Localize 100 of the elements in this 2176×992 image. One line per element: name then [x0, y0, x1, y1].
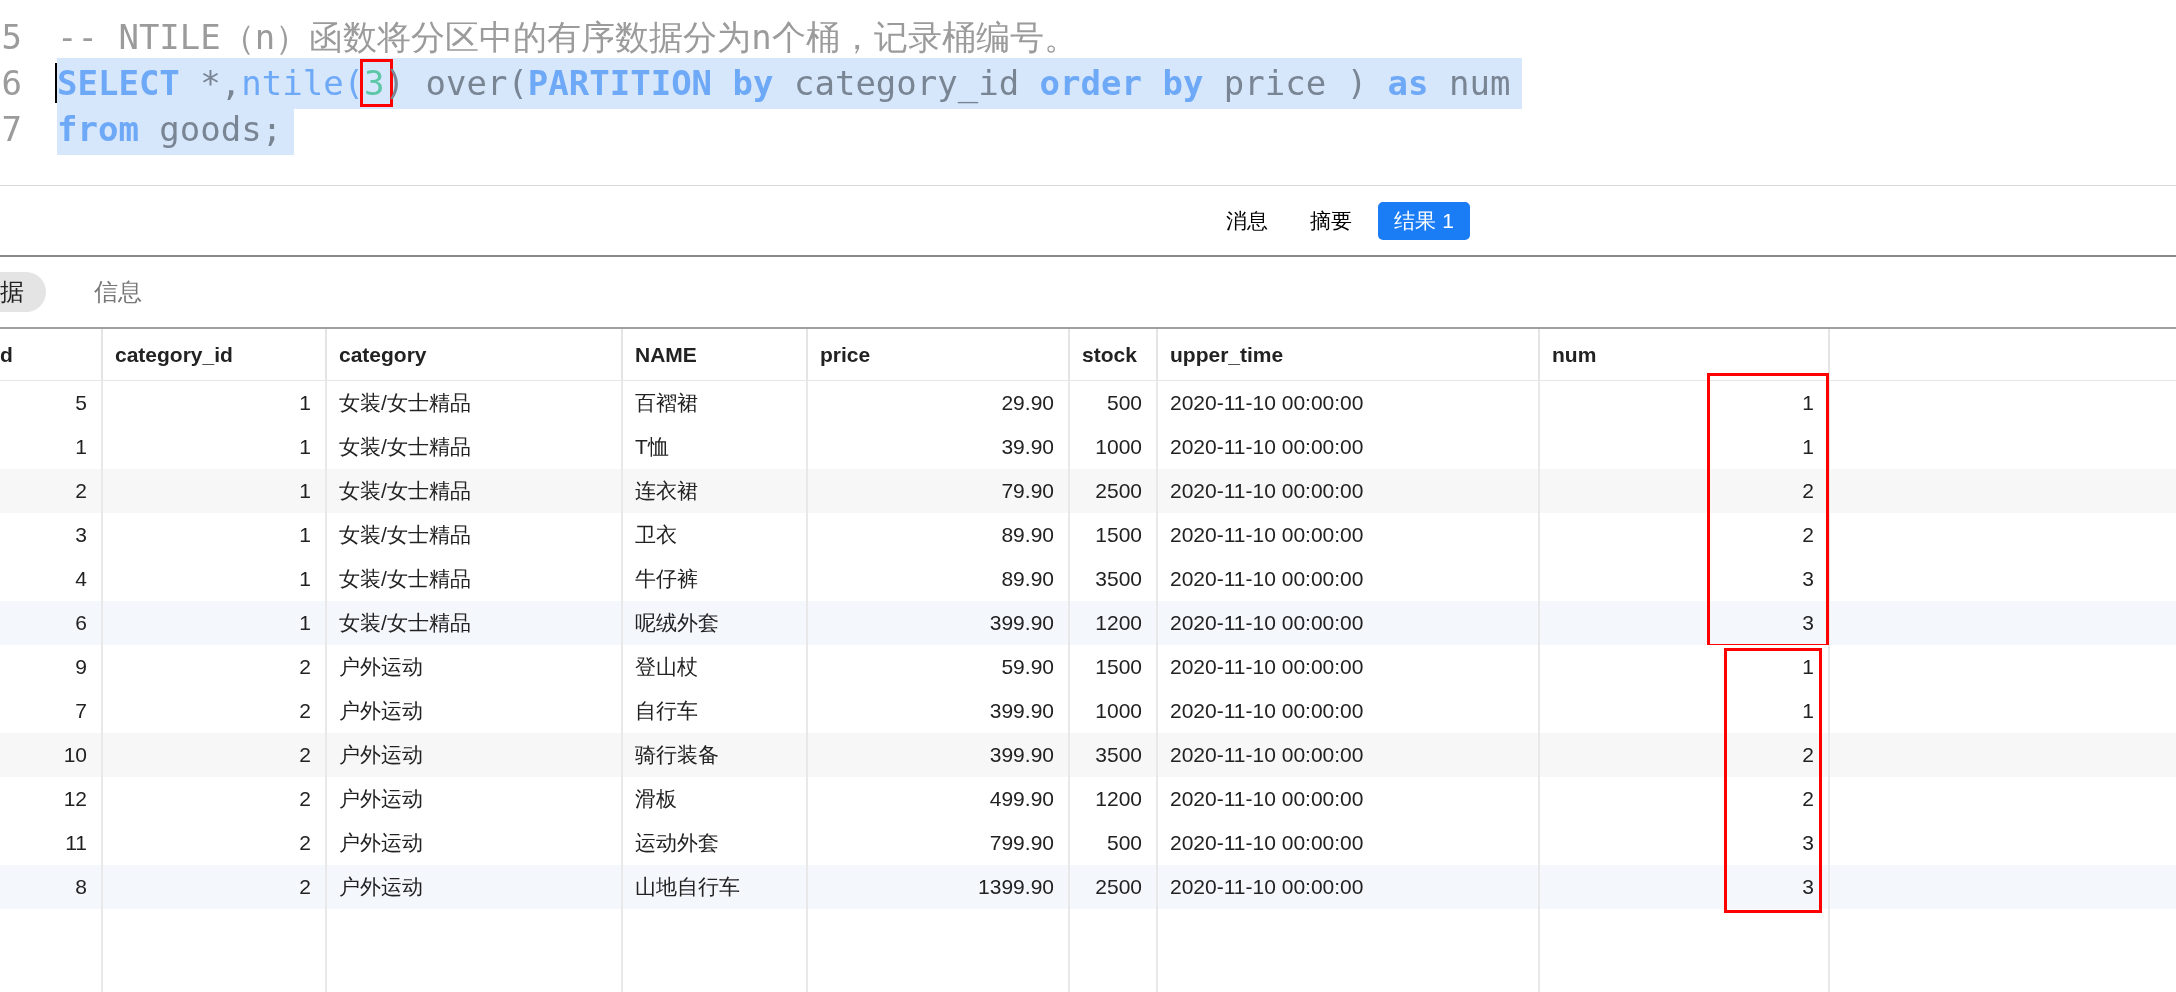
table-cell-text: 女装/女士精品 [339, 390, 471, 417]
table-cell-text: 1500 [1095, 654, 1142, 681]
table-cell-text: 1 [299, 390, 311, 417]
table-cell-text: 1 [75, 434, 87, 461]
table-cell-text: 2020-11-10 00:00:00 [1170, 654, 1364, 681]
table-cell-text: 1200 [1095, 610, 1142, 637]
table-cell-text: 500 [1106, 830, 1142, 857]
table-cell-text: 呢绒外套 [635, 610, 719, 637]
table-cell-text: 10 [63, 742, 87, 769]
table-cell-text: 1 [299, 478, 311, 505]
table-cell-text: 卫衣 [635, 522, 677, 549]
table-cell-text: 1 [299, 434, 311, 461]
table-cell-text: 2 [1802, 478, 1814, 505]
table-cell-text: 6 [75, 610, 87, 637]
table-cell-text: 2 [299, 786, 311, 813]
table-cell-text: 3 [1802, 566, 1814, 593]
table-cell-text: 3 [1802, 610, 1814, 637]
table-cell-text: 2020-11-10 00:00:00 [1170, 874, 1364, 901]
table-cell-text: 499.90 [989, 786, 1054, 813]
table-cell-text: 89.90 [1001, 566, 1054, 593]
result-tab[interactable]: 摘要 [1294, 201, 1369, 240]
table-cell-text: 799.90 [989, 830, 1054, 857]
column-header[interactable]: category [339, 338, 427, 371]
table-cell-text: 2020-11-10 00:00:00 [1170, 478, 1364, 505]
table-cell-text: 2 [299, 698, 311, 725]
column-header[interactable]: upper_time [1170, 338, 1284, 371]
table-cell-text: 3500 [1095, 566, 1142, 593]
table-cell-text: 3 [1802, 830, 1814, 857]
table-cell-text: 牛仔裤 [635, 566, 698, 593]
table-cell-text: 3 [75, 522, 87, 549]
table-cell-text: 骑行装备 [635, 742, 719, 769]
table-cell-text: 2500 [1095, 478, 1142, 505]
table-cell-text: 29.90 [1001, 390, 1054, 417]
table-cell-text: 1 [299, 522, 311, 549]
table-cell-text: 1200 [1095, 786, 1142, 813]
table-cell-text: 7 [75, 698, 87, 725]
column-header[interactable]: category_id [115, 338, 233, 371]
table-cell-text: 1399.90 [978, 874, 1054, 901]
table-cell-text: 2020-11-10 00:00:00 [1170, 830, 1364, 857]
table-cell-text: 2 [299, 874, 311, 901]
line-number: 7 [0, 107, 22, 151]
table-cell-text: 2 [1802, 742, 1814, 769]
table-cell-text: 1500 [1095, 522, 1142, 549]
table-cell-text: 百褶裙 [635, 390, 698, 417]
sub-tab[interactable]: 信息 [72, 272, 164, 312]
table-cell-text: 1 [299, 610, 311, 637]
column-header[interactable]: d [0, 338, 13, 371]
table-cell-text: 2020-11-10 00:00:00 [1170, 742, 1364, 769]
table-cell-text: 2020-11-10 00:00:00 [1170, 434, 1364, 461]
table-cell-text: 1 [1802, 654, 1814, 681]
table-cell-text: 2 [1802, 786, 1814, 813]
table-cell-text: 女装/女士精品 [339, 434, 471, 461]
table-cell-text: 12 [63, 786, 87, 813]
table-cell-text: 399.90 [989, 610, 1054, 637]
table-cell-text: 79.90 [1001, 478, 1054, 505]
table-cell-text: 户外运动 [339, 830, 423, 857]
column-header[interactable]: NAME [635, 338, 697, 371]
table-cell-text: 运动外套 [635, 830, 719, 857]
table-cell-text: 户外运动 [339, 742, 423, 769]
code-line: -- NTILE（n）函数将分区中的有序数据分为n个桶，记录桶编号。 [57, 15, 1079, 59]
table-cell-text: 1 [1802, 434, 1814, 461]
table-cell-text: 滑板 [635, 786, 677, 813]
table-cell-text: 5 [75, 390, 87, 417]
table-cell-text: 59.90 [1001, 654, 1054, 681]
sub-tab[interactable]: 据 [0, 272, 46, 312]
column-header[interactable]: price [820, 338, 871, 371]
column-header[interactable]: stock [1082, 338, 1137, 371]
table-cell-text: 2020-11-10 00:00:00 [1170, 566, 1364, 593]
table-cell-text: 自行车 [635, 698, 698, 725]
table-cell-text: 2 [299, 654, 311, 681]
table-cell-text: 女装/女士精品 [339, 522, 471, 549]
table-cell-text: 2020-11-10 00:00:00 [1170, 786, 1364, 813]
text-cursor [55, 63, 57, 103]
column-header[interactable]: num [1552, 338, 1597, 371]
table-cell-text: 山地自行车 [635, 874, 740, 901]
line-number: 6 [0, 61, 22, 105]
result-tab[interactable]: 结果 1 [1378, 201, 1470, 240]
table-cell-text: 女装/女士精品 [339, 566, 471, 593]
table-cell-text: 户外运动 [339, 698, 423, 725]
table-cell-text: 2 [75, 478, 87, 505]
table-cell-text: 1000 [1095, 434, 1142, 461]
table-cell-text: 登山杖 [635, 654, 698, 681]
table-cell-text: 户外运动 [339, 654, 423, 681]
table-cell-text: 3 [1802, 874, 1814, 901]
result-tab[interactable]: 消息 [1210, 201, 1285, 240]
table-cell-text: 户外运动 [339, 874, 423, 901]
table-cell-text: 2 [299, 830, 311, 857]
table-cell-text: 11 [65, 830, 87, 857]
table-cell-text: 2 [1802, 522, 1814, 549]
line-number: 5 [0, 15, 22, 59]
table-cell-text: 女装/女士精品 [339, 610, 471, 637]
table-cell-text: 399.90 [989, 742, 1054, 769]
table-cell-text: 39.90 [1001, 434, 1054, 461]
table-cell-text: 4 [75, 566, 87, 593]
table-cell-text: T恤 [635, 434, 669, 461]
table-cell-text: 9 [75, 654, 87, 681]
table-cell-text: 2020-11-10 00:00:00 [1170, 390, 1364, 417]
table-cell-text: 1 [1802, 698, 1814, 725]
table-cell-text: 1000 [1095, 698, 1142, 725]
table-cell-text: 2 [299, 742, 311, 769]
